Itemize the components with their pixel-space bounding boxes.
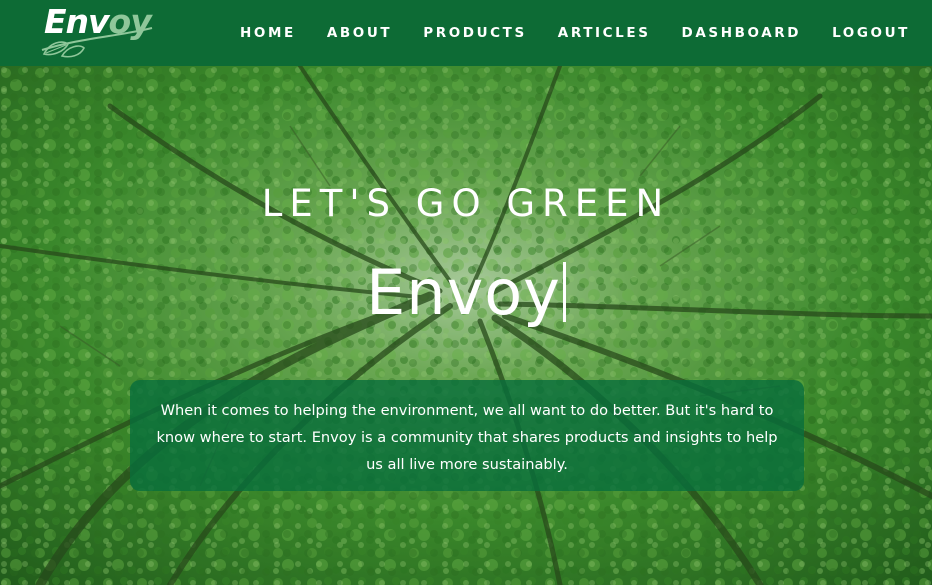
nav-logout-link[interactable]: LOGOUT: [832, 25, 910, 41]
main-nav: HOME ABOUT PRODUCTS ARTICLES DASHBOARD L…: [240, 0, 910, 66]
hero-tagline: LET'S GO GREEN: [261, 182, 671, 225]
hero-description: When it comes to helping the environment…: [156, 402, 778, 473]
hero-section: LET'S GO GREEN Envoy When it comes to he…: [0, 66, 932, 585]
nav-dashboard-link[interactable]: DASHBOARD: [682, 25, 802, 41]
leaf-icon: [41, 27, 153, 58]
nav-home-link[interactable]: HOME: [240, 25, 296, 41]
hero-description-box: When it comes to helping the environment…: [130, 380, 804, 491]
nav-products-link[interactable]: PRODUCTS: [423, 25, 527, 41]
typing-cursor: [562, 262, 566, 322]
envoy-logo[interactable]: Envoy: [40, 2, 158, 62]
hero-title-text: Envoy: [366, 256, 561, 329]
nav-articles-link[interactable]: ARTICLES: [558, 25, 651, 41]
nav-about-link[interactable]: ABOUT: [327, 25, 392, 41]
top-navbar: Envoy HOME ABOUT PRODUCTS ARTICLES DASHB…: [0, 0, 932, 66]
hero-title: Envoy: [0, 256, 932, 329]
